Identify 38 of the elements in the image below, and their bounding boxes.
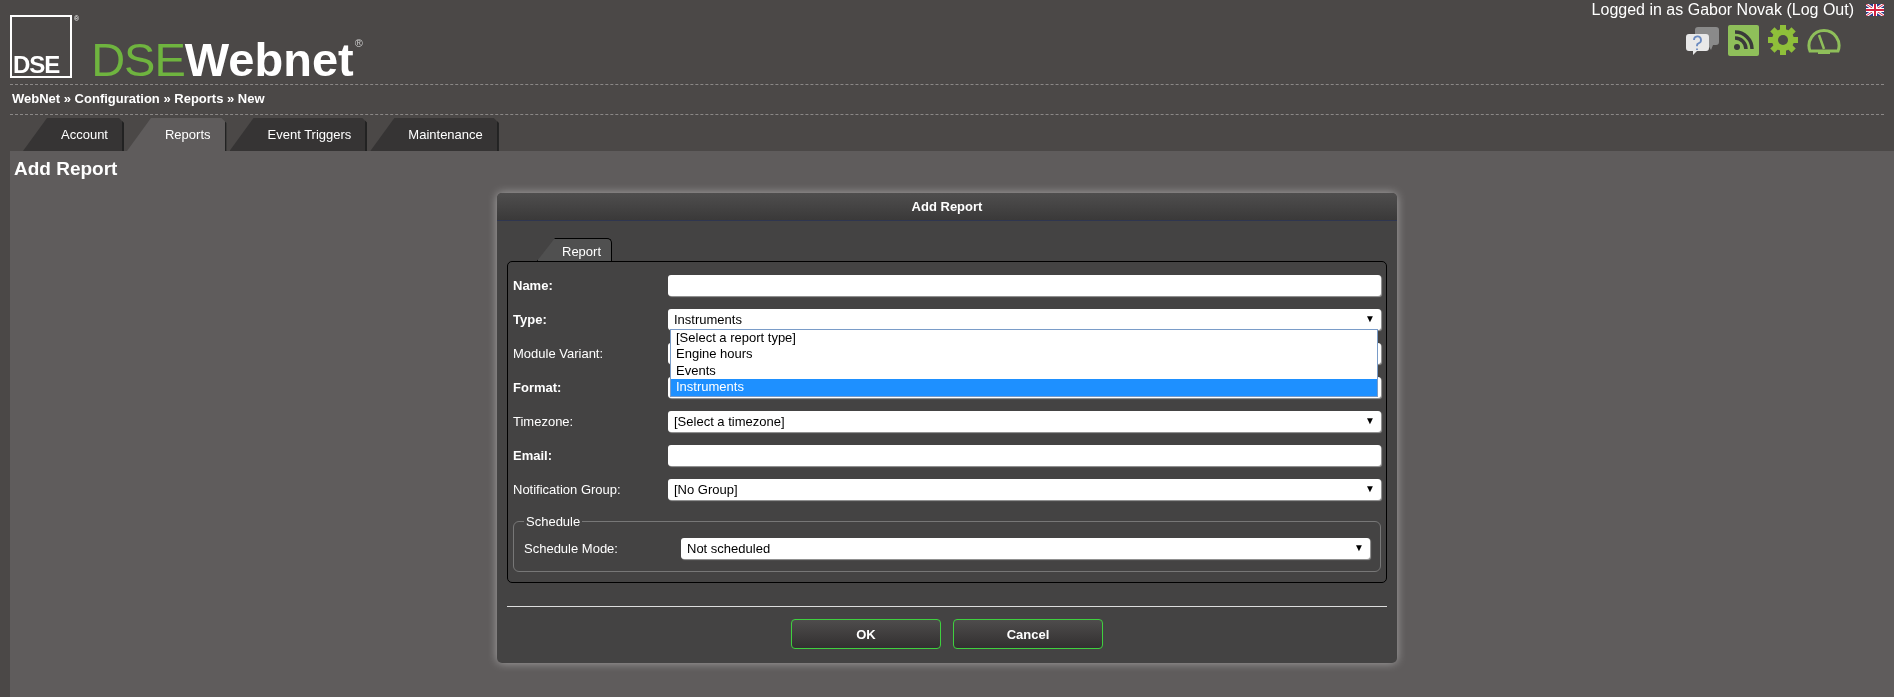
rss-icon[interactable] (1728, 24, 1759, 56)
settings-icon[interactable] (1767, 24, 1799, 56)
flag-icon[interactable] (1866, 4, 1884, 16)
input-field[interactable] (668, 274, 1381, 296)
help-chat-icon[interactable] (1686, 24, 1720, 56)
field-label: Module Variant: (513, 345, 605, 361)
field-label: Name: (513, 277, 554, 293)
nav-tab[interactable]: Account (23, 118, 124, 151)
input-field[interactable] (668, 444, 1381, 466)
registered-mark: ® (354, 37, 363, 49)
breadcrumb: WebNet » Configuration » Reports » New (11, 90, 266, 108)
cancel-button[interactable]: Cancel (953, 619, 1103, 649)
form-tab[interactable]: Report (537, 238, 613, 261)
log-out-link[interactable]: Log Out (1791, 1, 1849, 18)
field-label: Schedule Mode: (524, 540, 619, 556)
logo-mark: DSE (10, 15, 72, 78)
select-field[interactable]: Instruments ▼ (668, 308, 1381, 330)
login-status: Logged in as Gabor Novak (Log Out) (1591, 1, 1854, 19)
select-field[interactable]: Not scheduled ▼ (681, 537, 1370, 559)
dropdown-option[interactable]: Events (671, 362, 1377, 379)
group-legend: Schedule (524, 514, 583, 529)
dropdown-option[interactable]: [Select a report type] (671, 329, 1377, 346)
dialog-title: Add Report (497, 193, 1397, 221)
ok-button[interactable]: OK (791, 619, 941, 649)
brand-name-light: DSE (91, 37, 185, 83)
field-label: Email: (513, 447, 553, 463)
field-label: Timezone: (513, 413, 575, 429)
field-label: Type: (513, 311, 548, 327)
nav-tab[interactable]: Event Triggers (229, 118, 368, 151)
field-label: Notification Group: (513, 481, 622, 497)
brand-name-bold: Webnet (184, 37, 354, 83)
dropdown-option[interactable]: Engine hours (671, 346, 1377, 363)
nav-tab[interactable]: Maintenance (370, 118, 499, 151)
select-field[interactable]: [No Group] ▼ (668, 478, 1381, 500)
page-title: Add Report (14, 158, 118, 180)
field-label: Format: (513, 379, 563, 395)
nav-tab[interactable]: Reports (127, 118, 227, 151)
select-field[interactable]: [Select a timezone] ▼ (668, 410, 1381, 432)
